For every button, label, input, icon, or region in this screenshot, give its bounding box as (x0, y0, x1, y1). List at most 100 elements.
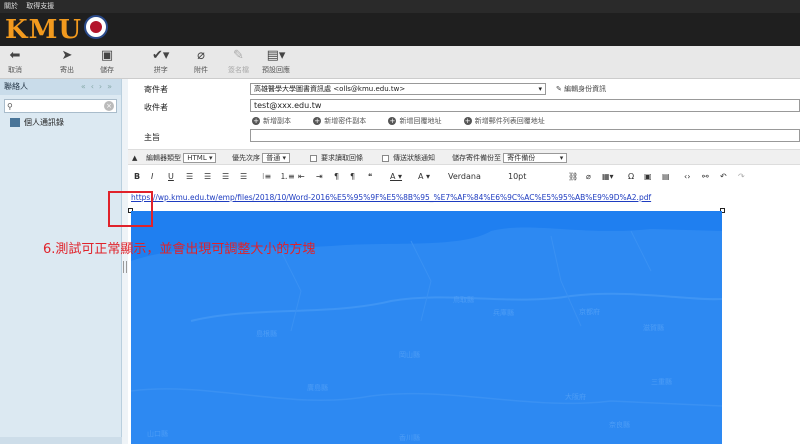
editor-type-select[interactable]: HTML ▾ (183, 153, 217, 163)
read-receipt-option[interactable]: 要求讀取回條 (310, 150, 363, 166)
contacts-pager[interactable]: «‹›» (81, 79, 117, 95)
read-receipt-checkbox[interactable] (310, 154, 317, 162)
media-icon[interactable]: ▤ (662, 169, 670, 185)
source-code-icon[interactable]: ‹› (684, 169, 690, 185)
image-icon[interactable]: ▣ (644, 169, 652, 185)
clear-search-icon[interactable]: × (104, 101, 114, 111)
map-label: 大阪府 (565, 393, 586, 401)
justify-icon[interactable]: ☰ (240, 169, 247, 185)
compose-toolbar: ⬅ 取消 ➤ 寄出 ▣ 儲存 ✔▾ 拼字 ⌀ 附件 ✎ 簽名檔 ▤▾ 預設回應 (0, 46, 800, 79)
map-label: 鳥取縣 (453, 296, 474, 304)
compose-area: 寄件者 高雄醫學大學圖書資訊處 <olls@kmu.edu.tw> ▾ ✎ 編輯身… (128, 79, 800, 444)
align-left-icon[interactable]: ☰ (186, 169, 193, 185)
from-select[interactable]: 高雄醫學大學圖書資訊處 <olls@kmu.edu.tw> ▾ (250, 83, 546, 95)
university-seal-icon (84, 15, 108, 39)
redo-icon[interactable]: ↷ (738, 169, 745, 185)
plus-icon: + (313, 117, 322, 125)
blockquote-icon[interactable]: ❝ (368, 169, 372, 185)
underline-button[interactable]: U (168, 169, 174, 185)
map-label: 奈良縣 (609, 421, 630, 429)
plus-icon: + (252, 117, 260, 125)
template-button[interactable]: ▤▾ 預設回應 (262, 49, 290, 75)
unlink-icon[interactable]: ⌀ (586, 169, 591, 185)
annotation-highlight-box (108, 191, 153, 227)
align-center-icon[interactable]: ☰ (204, 169, 211, 185)
to-field[interactable]: test@xxx.edu.tw (250, 99, 800, 112)
align-right-icon[interactable]: ☰ (222, 169, 229, 185)
map-label: 岡山縣 (399, 351, 420, 359)
sidebar-footer (0, 437, 122, 444)
support-link[interactable]: 取得支援 (26, 2, 54, 10)
special-character-icon[interactable]: Ω (628, 169, 634, 185)
kmu-logo[interactable]: KMU (5, 15, 82, 45)
message-body-editor[interactable]: https://wp.kmu.edu.tw/emp/files/2018/10/… (128, 186, 800, 444)
background-color-button[interactable]: A ▾ (418, 169, 430, 185)
priority-label: 優先次序 (232, 154, 260, 162)
link-icon[interactable]: ⛓ (568, 169, 578, 185)
add-cc-link[interactable]: + 新增副本 (252, 117, 301, 125)
edit-identity-link[interactable]: ✎ 編輯身份資訊 (556, 83, 606, 95)
contacts-sidebar: 聯絡人 «‹›» ⚲ × 個人通訊錄 (0, 79, 122, 444)
spellcheck-icon: ✔▾ (152, 48, 170, 63)
signature-button[interactable]: ✎ 簽名檔 (228, 49, 249, 75)
pdf-link[interactable]: https://wp.kmu.edu.tw/emp/files/2018/10/… (131, 193, 651, 202)
annotation-note: 6.測試可正常顯示，並會出現可調整大小的方塊 (43, 242, 316, 257)
delivery-status-option[interactable]: 傳送狀態通知 (382, 150, 435, 166)
to-label: 收件者 (144, 103, 168, 112)
document-icon: ▤▾ (266, 48, 286, 63)
priority-select[interactable]: 普通 ▾ (262, 153, 290, 163)
outdent-icon[interactable]: ⇤ (298, 169, 305, 185)
save-button[interactable]: ▣ 儲存 (100, 49, 114, 75)
map-label: 兵庫縣 (493, 309, 514, 317)
add-reply-to-link[interactable]: + 新增回覆地址 (388, 117, 451, 125)
rtl-direction-icon[interactable]: ¶ (350, 169, 355, 185)
map-label: 香川縣 (399, 434, 420, 442)
map-label: 三重縣 (651, 378, 672, 386)
send-button[interactable]: ➤ 寄出 (60, 49, 74, 75)
numbered-list-icon[interactable]: ⒈≡ (280, 169, 295, 185)
save-sent-select[interactable]: 寄件備份 ▾ (503, 153, 568, 163)
map-label: 島根縣 (256, 330, 277, 338)
contacts-header: 聯絡人 «‹›» (0, 79, 121, 95)
bullet-list-icon[interactable]: ⁝≡ (262, 169, 271, 185)
undo-icon[interactable]: ↶ (720, 169, 727, 185)
contacts-search-input[interactable]: ⚲ × (4, 99, 117, 113)
paper-plane-icon: ➤ (61, 48, 73, 63)
spellcheck-button[interactable]: ✔▾ 拼字 (152, 49, 169, 75)
chevron-down-icon: ▾ (538, 85, 542, 93)
delivery-status-checkbox[interactable] (382, 154, 389, 162)
pen-icon: ✎ (233, 48, 244, 63)
header-banner: KMU (0, 13, 800, 46)
map-label: 京都府 (579, 308, 600, 316)
formatting-toolbar: B I U ☰ ☰ ☰ ☰ ⁝≡ ⒈≡ ⇤ ⇥ ¶ ¶ ❝ A ▾ A ▾ Ve… (128, 169, 800, 185)
map-label: 山口縣 (147, 430, 168, 438)
subject-label: 主旨 (144, 133, 160, 142)
collapse-options-icon[interactable]: ▲ (132, 150, 137, 166)
map-label: 滋賀縣 (643, 324, 664, 332)
sidebar-item-personal-addressbook[interactable]: 個人通訊錄 (10, 117, 121, 129)
bold-button[interactable]: B (134, 169, 140, 185)
paragraph-direction-icon[interactable]: ¶ (334, 169, 339, 185)
top-menu-bar: 關於 取得支援 (0, 0, 800, 13)
search-replace-icon[interactable]: ⚯ (702, 169, 709, 185)
addressbook-icon (10, 118, 20, 127)
text-color-button[interactable]: A ▾ (390, 169, 402, 185)
plus-icon: + (463, 117, 472, 125)
add-followup-to-link[interactable]: + 新增郵件列表回覆地址 (463, 117, 555, 125)
cancel-button[interactable]: ⬅ 取消 (8, 49, 22, 75)
back-arrow-icon: ⬅ (9, 48, 21, 63)
table-icon[interactable]: ▦▾ (602, 169, 614, 185)
indent-icon[interactable]: ⇥ (316, 169, 323, 185)
subject-field[interactable] (250, 129, 800, 142)
italic-button[interactable]: I (151, 169, 153, 185)
font-size-select[interactable]: 10pt (508, 169, 526, 185)
add-bcc-link[interactable]: + 新增密件副本 (313, 117, 376, 125)
search-icon: ⚲ (7, 102, 13, 111)
add-recipient-links: + 新增副本 + 新增密件副本 + 新增回覆地址 + 新增郵件列表回覆地址 (252, 116, 565, 126)
attach-button[interactable]: ⌀ 附件 (194, 49, 208, 75)
from-label: 寄件者 (144, 85, 168, 94)
editor-type-label: 編輯器類型 (146, 154, 181, 162)
map-label: 廣島縣 (307, 384, 328, 392)
font-family-select[interactable]: Verdana (448, 169, 481, 185)
about-link[interactable]: 關於 (4, 2, 18, 10)
